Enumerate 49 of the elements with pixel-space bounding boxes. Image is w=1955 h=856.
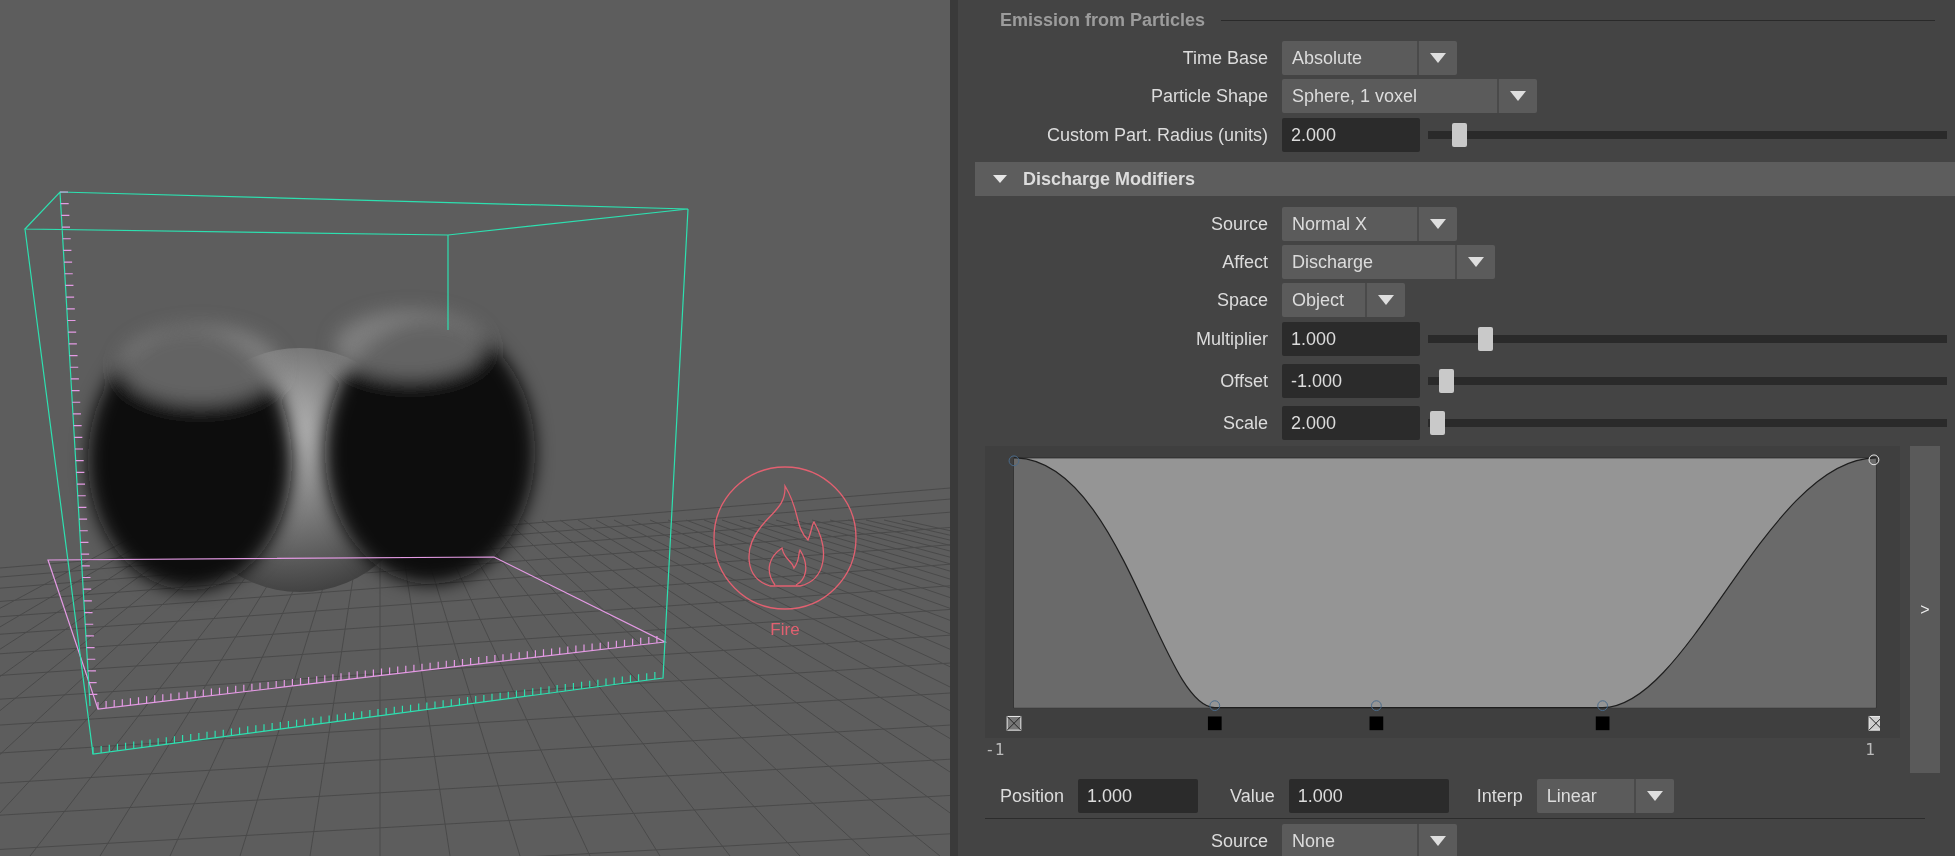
dropdown[interactable]: None bbox=[1282, 824, 1457, 856]
dropdown-arrow-icon bbox=[1468, 257, 1484, 267]
slider-thumb[interactable] bbox=[1452, 123, 1468, 147]
crossed-marker-icon bbox=[1006, 715, 1022, 731]
field-label: Source bbox=[1209, 829, 1268, 853]
slider-thumb[interactable] bbox=[1439, 369, 1455, 393]
field-label: Space bbox=[1215, 288, 1268, 312]
axis-min-label: -1 bbox=[985, 739, 1005, 761]
field-label: Custom Part. Radius (units) bbox=[1045, 123, 1268, 147]
fire-label: Fire bbox=[770, 620, 800, 639]
dropdown-arrow-icon bbox=[1430, 836, 1446, 846]
axis-max-label: 1 bbox=[1865, 739, 1875, 761]
number-field[interactable]: 1.000 bbox=[1282, 322, 1420, 356]
field-label: Multiplier bbox=[1194, 327, 1268, 351]
color-stop-marker bbox=[1207, 716, 1222, 731]
dropdown[interactable]: Normal X bbox=[1282, 207, 1457, 241]
color-stop-marker bbox=[1595, 716, 1610, 731]
dropdown[interactable]: Linear bbox=[1536, 779, 1674, 813]
dropdown-arrow-icon bbox=[1430, 219, 1446, 229]
field-label: Scale bbox=[1221, 411, 1268, 435]
position-field[interactable]: 1.000 bbox=[1078, 779, 1199, 813]
crossed-marker-icon bbox=[1868, 715, 1880, 731]
section-header[interactable]: Discharge Modifiers bbox=[975, 162, 1955, 196]
field-label: Offset bbox=[1219, 369, 1268, 393]
field-label: Affect bbox=[1221, 250, 1268, 274]
field-label: Value bbox=[1230, 784, 1275, 808]
field-label: Position bbox=[1000, 784, 1065, 808]
dropdown-arrow-icon bbox=[1510, 91, 1526, 101]
number-field[interactable]: 2.000 bbox=[1282, 118, 1420, 152]
number-field[interactable]: -1.000 bbox=[1282, 364, 1420, 398]
dropdown[interactable]: Discharge bbox=[1282, 245, 1495, 279]
dropdown[interactable]: Absolute bbox=[1282, 41, 1457, 75]
number-field[interactable]: 2.000 bbox=[1282, 406, 1420, 440]
value-field[interactable]: 1.000 bbox=[1288, 779, 1449, 813]
expand-button[interactable]: > bbox=[1910, 446, 1940, 773]
dropdown[interactable]: Sphere, 1 voxel bbox=[1282, 79, 1537, 113]
field-label: Particle Shape bbox=[1149, 84, 1268, 108]
dropdown-arrow-icon bbox=[1646, 791, 1663, 801]
dropdown-arrow-icon bbox=[1430, 53, 1446, 63]
section-title: Emission from Particles bbox=[1000, 8, 1206, 32]
field-label: Source bbox=[1209, 212, 1268, 236]
dropdown-arrow-icon bbox=[1378, 295, 1394, 305]
slider-thumb[interactable] bbox=[1429, 411, 1445, 435]
dropdown[interactable]: Object bbox=[1282, 283, 1405, 317]
slider-thumb[interactable] bbox=[1478, 327, 1494, 351]
field-label: Time Base bbox=[1181, 46, 1268, 70]
field-label: Interp bbox=[1476, 784, 1523, 808]
fire-icon bbox=[713, 466, 857, 610]
color-stop-marker bbox=[1369, 716, 1384, 731]
